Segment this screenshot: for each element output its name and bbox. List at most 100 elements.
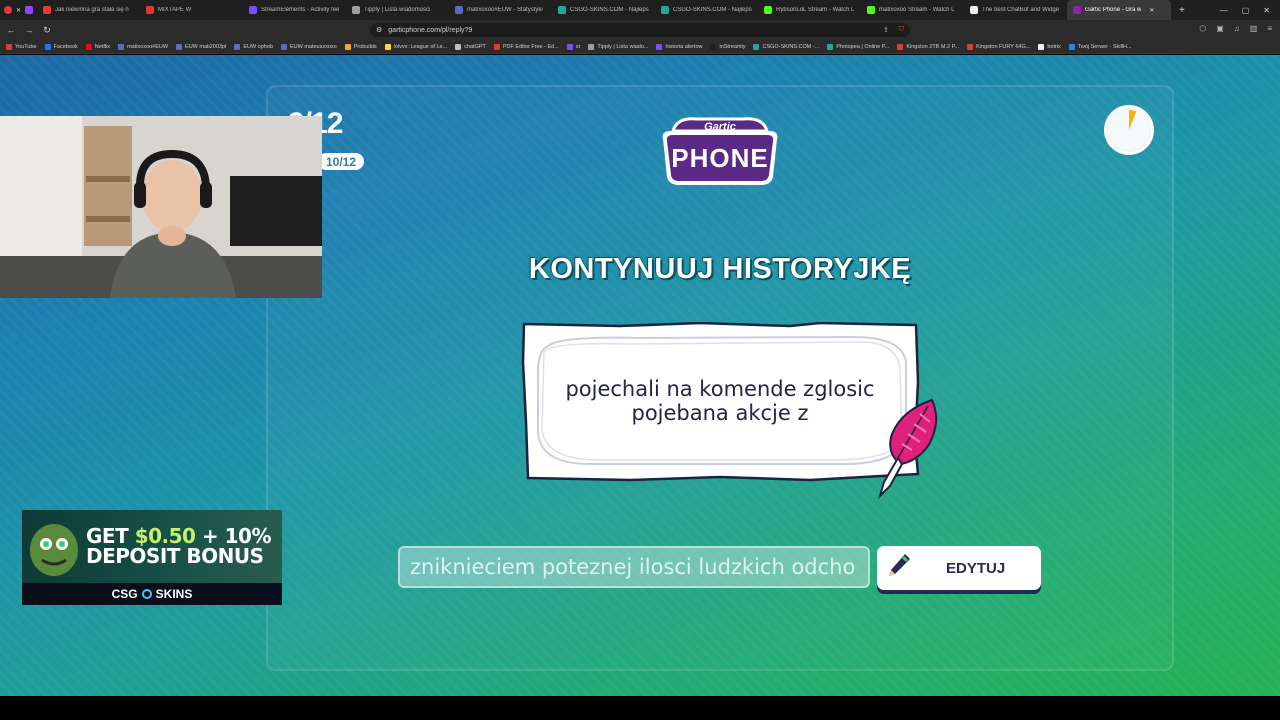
bookmark-favicon-icon	[588, 43, 595, 50]
browser-tab[interactable]: The best ChatBot and Widge	[964, 0, 1067, 20]
sidebar-icon[interactable]: ▥	[1250, 24, 1258, 33]
bookmark-favicon-icon	[753, 43, 760, 50]
bookmark-label: Facebook	[53, 43, 78, 50]
bookmark-item[interactable]: EUW mateuszxoxo	[280, 43, 337, 50]
browser-toolbar-right: ⬡ ▣ ♫ ▥ ≡	[1199, 24, 1272, 33]
bookmark-favicon-icon	[384, 43, 391, 50]
browser-tab[interactable]: CSGO-SKINS.COM - Najlepsz	[552, 0, 655, 20]
ad-headline: GET $0.50 + 10% DEPOSIT BONUS	[86, 526, 280, 566]
logo-top-text: Gartic	[704, 121, 736, 133]
tab-label: Jak niewinna gra stała się n	[55, 7, 129, 13]
browser-tab[interactable]: matixoxoo#EUW - Statystyki	[449, 0, 552, 20]
ad-line2: DEPOSIT BONUS	[86, 544, 264, 568]
quill-icon	[870, 392, 946, 502]
tab-favicon-icon	[146, 6, 155, 14]
bookmark-favicon-icon	[85, 43, 92, 50]
tab-label: matixoxoo Stream - Watch L	[879, 7, 955, 13]
browser-tab[interactable]: RybsonLoL Stream - Watch L	[758, 0, 861, 20]
browser-tab[interactable]: StreamElements - Activity fee	[243, 0, 346, 20]
tab-label: MIXTAPE W	[158, 7, 192, 13]
bookmark-label: CSGO-SKINS.COM -...	[762, 43, 820, 50]
bookmark-favicon-icon	[897, 43, 904, 50]
answer-input[interactable]: zniknieciem poteznej ilosci ludzkich odc…	[398, 546, 870, 588]
tab-favicon-icon	[249, 6, 258, 14]
ad-brand-bar: CSG SKINS	[22, 583, 282, 605]
bookmark-item[interactable]: Probuilds	[344, 43, 377, 50]
ad-banner[interactable]: GET $0.50 + 10% DEPOSIT BONUS CSG SKINS	[22, 510, 282, 605]
logo-bottom-text: PHONE	[671, 143, 769, 173]
bookmark-label: matixoxoo#EUW	[127, 43, 169, 50]
bookmark-favicon-icon	[1038, 43, 1045, 50]
bookmark-item[interactable]: inStreamly	[710, 43, 745, 50]
timer-icon	[1104, 105, 1154, 155]
x-icon: ✕	[16, 7, 22, 14]
bookmark-item[interactable]: Netflix	[85, 43, 110, 50]
bookmark-item[interactable]: matixoxoo#EUW	[118, 43, 169, 50]
close-icon[interactable]: ✕	[1263, 6, 1270, 15]
menu-icon[interactable]: ≡	[1267, 24, 1272, 33]
tab-favicon-icon	[970, 6, 979, 14]
bookmark-item[interactable]: PDF Editor Free - Ed...	[493, 43, 559, 50]
bookmark-favicon-icon	[44, 43, 51, 50]
tab-label: Gartic Phone - Gra w	[1085, 7, 1142, 13]
edit-button-label: EDYTUJ	[946, 559, 1006, 577]
csgo-skins-logo-icon	[141, 589, 152, 599]
bookmark-item[interactable]: Kingston FURY 64G...	[967, 43, 1031, 50]
bookmark-label: Photopea | Online P...	[836, 43, 890, 50]
gartic-phone-logo: Gartic PHONE	[657, 113, 783, 187]
edit-button[interactable]: EDYTUJ	[877, 546, 1041, 590]
address-bar[interactable]: ⚙ garticphone.com/pl/reply?9 ⇪ ⛉	[370, 23, 910, 37]
maximize-icon[interactable]: ▢	[1242, 6, 1250, 15]
bookmark-item[interactable]: Facebook	[44, 43, 78, 50]
browser-tab[interactable]: MIXTAPE W	[140, 0, 243, 20]
bottom-letterbox	[0, 696, 1280, 720]
media-icon[interactable]: ♫	[1234, 24, 1240, 33]
bookmark-item[interactable]: CSGO-SKINS.COM -...	[753, 43, 820, 50]
browser-tab[interactable]: Gartic Phone - Gra w ✕	[1067, 0, 1172, 20]
browser-tab[interactable]: CSGO-SKINS.COM - Najlepsz	[655, 0, 758, 20]
browser-tab[interactable]: Tipply | Lista wiadomości	[346, 0, 449, 20]
tab-favicon-icon	[43, 6, 52, 14]
bookmark-item[interactable]: chatGPT	[455, 43, 486, 50]
bookmark-item[interactable]: botrix	[1038, 43, 1061, 50]
prompt-line-1: pojechali na komende zglosic	[565, 377, 875, 401]
browser-logo-icon	[4, 6, 12, 14]
new-tab-button[interactable]: +	[1171, 5, 1193, 16]
bookmark-item[interactable]: EUW ophob	[234, 43, 273, 50]
back-icon[interactable]: ←	[2, 25, 20, 35]
extensions-icon[interactable]: ⬡	[1199, 24, 1206, 33]
wallet-icon[interactable]: ▣	[1216, 24, 1224, 33]
bookmark-label: sr	[575, 43, 581, 50]
bookmark-label: EUW mateuszxoxo	[289, 43, 337, 50]
bookmark-item[interactable]: Twój Serwer - SkillH...	[1068, 43, 1132, 50]
browser-tab[interactable]: matixoxoo Stream - Watch L	[861, 0, 964, 20]
forward-icon[interactable]: →	[20, 25, 38, 35]
bookmark-item[interactable]: lolvvv: League of Le...	[384, 43, 447, 50]
bookmark-favicon-icon	[455, 43, 462, 50]
bookmark-favicon-icon	[710, 43, 717, 50]
minimize-icon[interactable]: —	[1220, 6, 1228, 15]
browser-tab[interactable]: Jak niewinna gra stała się n	[37, 0, 140, 20]
bookmark-favicon-icon	[118, 43, 125, 50]
tab-favicon-icon	[764, 6, 773, 14]
webcam-overlay	[0, 116, 322, 298]
bookmark-item[interactable]: sr	[566, 43, 581, 50]
tab-favicon-icon	[352, 6, 361, 14]
reload-icon[interactable]: ↻	[38, 25, 56, 36]
done-counter-badge: 10/12	[318, 153, 365, 170]
bookmark-item[interactable]: EUW mati2003pl	[176, 43, 226, 50]
tab-label: CSGO-SKINS.COM - Najlepsz	[673, 7, 753, 13]
bookmark-item[interactable]: YouTube	[6, 43, 37, 50]
prompt-line-2: pojebana akcje z	[631, 401, 809, 425]
tab-close-icon[interactable]: ✕	[1149, 7, 1154, 14]
bookmark-item[interactable]: Kingston 2TB M.2 P...	[897, 43, 959, 50]
bookmark-item[interactable]: Tipply | Lista wiado...	[588, 43, 648, 50]
share-icon[interactable]: ⇪	[883, 26, 893, 34]
brave-shield-icon[interactable]: ⛉	[899, 26, 910, 34]
bookmark-label: Kingston FURY 64G...	[976, 43, 1031, 50]
tab-favicon-icon	[455, 6, 464, 14]
bookmark-item[interactable]: historia alertow	[656, 43, 702, 50]
browser-menu[interactable]: ✕	[0, 0, 37, 20]
site-info-icon[interactable]: ⚙	[376, 26, 382, 34]
bookmark-item[interactable]: Photopea | Online P...	[827, 43, 890, 50]
